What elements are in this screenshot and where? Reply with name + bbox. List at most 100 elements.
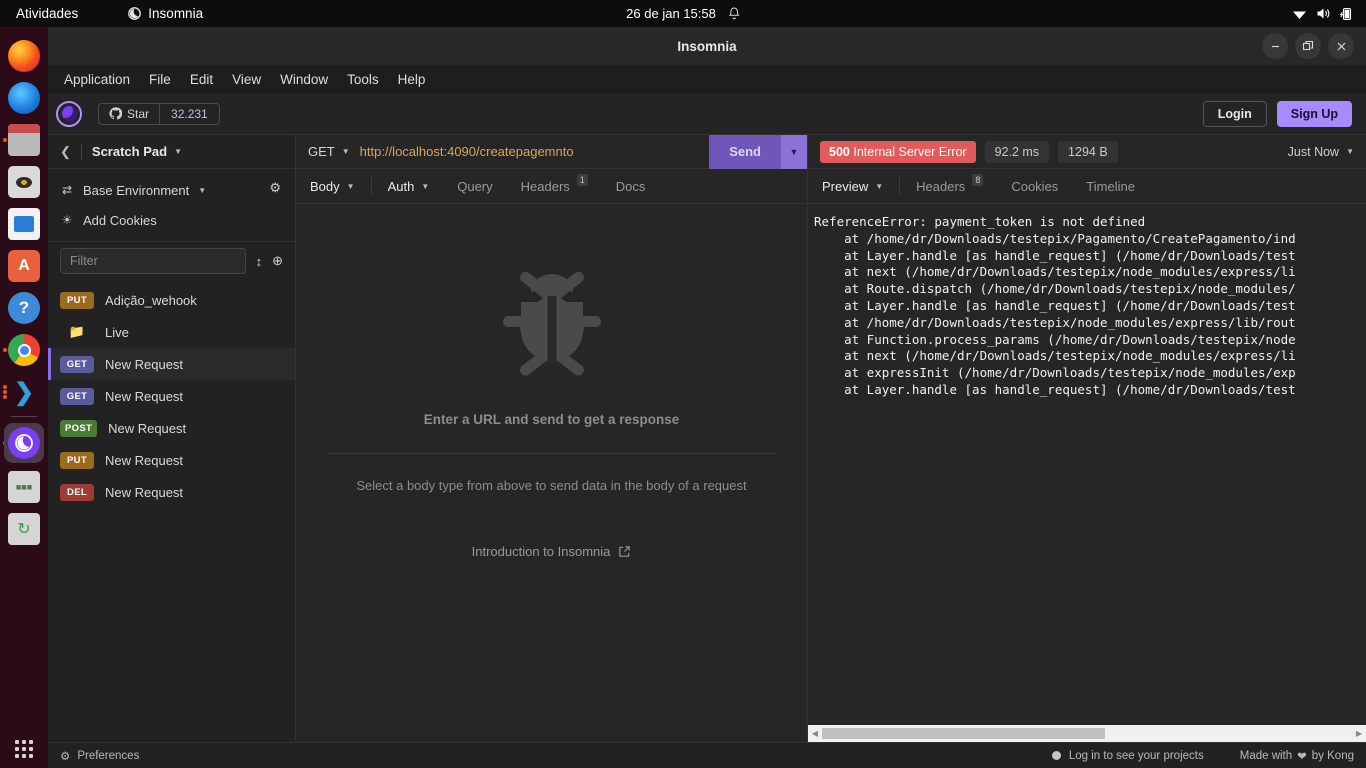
ubuntu-software-icon: A <box>8 250 40 282</box>
tab-response-headers[interactable]: Headers 8 <box>902 169 997 204</box>
system-tray[interactable] <box>1292 7 1352 21</box>
menu-help[interactable]: Help <box>390 69 434 90</box>
response-body[interactable]: ReferenceError: payment_token is not def… <box>808 204 1366 725</box>
menu-edit[interactable]: Edit <box>182 69 221 90</box>
dock-item-google-chrome[interactable] <box>0 329 48 371</box>
request-name: Adição_wehook <box>105 292 197 308</box>
minimize-button[interactable] <box>1262 33 1288 59</box>
filter-input[interactable] <box>60 248 246 274</box>
show-applications-button[interactable] <box>0 740 48 758</box>
insomnia-icon <box>8 427 40 459</box>
maximize-button[interactable] <box>1295 33 1321 59</box>
menu-tools[interactable]: Tools <box>339 69 387 90</box>
add-request-icon[interactable]: ⊕ <box>272 253 283 269</box>
github-star-badge[interactable]: Star 32.231 <box>98 102 220 125</box>
heart-icon: ❤ <box>1297 750 1307 763</box>
tab-docs[interactable]: Docs <box>602 169 660 204</box>
tab-label: Preview <box>822 178 869 194</box>
list-item-folder[interactable]: 📁 Live <box>48 316 295 348</box>
menu-view[interactable]: View <box>224 69 269 90</box>
github-icon <box>109 107 122 120</box>
bell-icon[interactable] <box>728 6 740 21</box>
method-badge: PUT <box>60 291 94 309</box>
empty-state-subtitle: Select a body type from above to send da… <box>356 478 747 493</box>
tab-label: Headers <box>520 178 570 194</box>
menu-application[interactable]: Application <box>56 69 138 90</box>
sync-icon: ⇄ <box>61 183 73 197</box>
tab-headers[interactable]: Headers 1 <box>507 169 602 204</box>
clock[interactable]: 26 de jan 15:58 <box>626 6 740 21</box>
environment-settings-gear-icon[interactable]: ⚙ <box>269 180 281 196</box>
github-star-button[interactable]: Star <box>99 104 159 124</box>
method-dropdown[interactable]: GET ▼ <box>296 144 360 159</box>
send-options-caret-icon[interactable]: ▼ <box>781 134 807 169</box>
list-item[interactable]: GET New Request <box>48 380 295 412</box>
scrollbar-thumb[interactable] <box>822 728 1105 739</box>
login-button[interactable]: Login <box>1202 100 1267 127</box>
tab-timeline[interactable]: Timeline <box>1072 169 1149 204</box>
tab-body[interactable]: Body ▼ <box>296 169 369 204</box>
cookie-icon: ☀ <box>61 213 73 227</box>
divider <box>899 177 901 195</box>
send-button[interactable]: Send <box>709 134 781 169</box>
request-name: New Request <box>105 356 184 372</box>
volume-icon <box>1317 8 1330 19</box>
projects-login-status[interactable]: Log in to see your projects <box>1051 750 1204 762</box>
scroll-right-arrow-icon[interactable]: ▶ <box>1352 729 1366 738</box>
list-item[interactable]: POST New Request <box>48 412 295 444</box>
activities-button[interactable]: Atividades <box>16 6 78 21</box>
response-history-dropdown[interactable]: Just Now ▼ <box>1288 145 1354 159</box>
dock-item-libreoffice-writer[interactable] <box>0 203 48 245</box>
dock-item-rhythmbox[interactable] <box>0 161 48 203</box>
tab-auth[interactable]: Auth ▼ <box>374 169 444 204</box>
response-size-chip[interactable]: 1294 B <box>1058 140 1118 163</box>
add-cookies-button[interactable]: ☀ Add Cookies <box>60 209 283 231</box>
dock-item-thunderbird[interactable] <box>0 77 48 119</box>
back-chevron-icon[interactable]: ❮ <box>60 144 71 160</box>
list-item[interactable]: PUT New Request <box>48 444 295 476</box>
dock-item-software-updater[interactable]: ↻ <box>0 508 48 550</box>
chrome-icon <box>8 334 40 366</box>
made-with-kong: Made with ❤ by Kong <box>1240 749 1354 763</box>
app-status-bar: ⚙ Preferences Log in to see your project… <box>48 742 1366 768</box>
introduction-link[interactable]: Introduction to Insomnia <box>472 544 632 559</box>
status-badge[interactable]: 500 Internal Server Error <box>820 140 976 163</box>
dock-item-firefox[interactable] <box>0 35 48 77</box>
environment-dropdown[interactable]: ⇄ Base Environment ▼ <box>60 179 283 201</box>
response-time-chip[interactable]: 92.2 ms <box>984 140 1050 163</box>
dock-item-ubuntu-software[interactable]: A <box>0 245 48 287</box>
dock-item-insomnia[interactable] <box>0 420 48 466</box>
list-item[interactable]: DEL New Request <box>48 476 295 508</box>
tab-response-cookies[interactable]: Cookies <box>997 169 1072 204</box>
close-button[interactable] <box>1328 33 1354 59</box>
method-badge: GET <box>60 387 94 405</box>
horizontal-scrollbar[interactable]: ◀ ▶ <box>808 725 1366 742</box>
request-tabs: Body ▼ Auth ▼ Query Headers 1 Docs <box>296 169 807 204</box>
gnome-top-bar: Atividades Insomnia 26 de jan 15:58 <box>0 0 1366 27</box>
battery-icon <box>1340 7 1352 20</box>
dock-item-files[interactable] <box>0 119 48 161</box>
url-input[interactable] <box>359 144 710 159</box>
list-item[interactable]: GET New Request <box>48 348 295 380</box>
active-app-indicator[interactable]: Insomnia <box>128 6 203 21</box>
menu-window[interactable]: Window <box>272 69 336 90</box>
tab-preview[interactable]: Preview ▼ <box>808 169 897 204</box>
preferences-button[interactable]: ⚙ Preferences <box>60 749 139 763</box>
signup-button[interactable]: Sign Up <box>1276 100 1352 127</box>
method-badge: DEL <box>60 483 94 501</box>
workspace-label: Scratch Pad <box>91 144 168 159</box>
dock-item-vscode[interactable]: ❯ <box>0 371 48 413</box>
scroll-left-arrow-icon[interactable]: ◀ <box>808 729 822 738</box>
dock-item-terminal[interactable]: ■■■ <box>0 466 48 508</box>
cookies-section: ☀ Add Cookies <box>48 207 295 241</box>
dock-item-help[interactable]: ? <box>0 287 48 329</box>
gear-icon: ⚙ <box>60 750 71 763</box>
workspace-dropdown[interactable]: Scratch Pad ▼ <box>92 144 182 159</box>
list-item[interactable]: PUT Adição_wehook <box>48 284 295 316</box>
menu-file[interactable]: File <box>141 69 179 90</box>
menu-bar: Application File Edit View Window Tools … <box>48 65 1366 93</box>
running-indicator <box>3 385 7 399</box>
github-star-count[interactable]: 32.231 <box>159 103 219 124</box>
sort-icon[interactable]: ↕ <box>256 254 263 269</box>
tab-query[interactable]: Query <box>443 169 506 204</box>
